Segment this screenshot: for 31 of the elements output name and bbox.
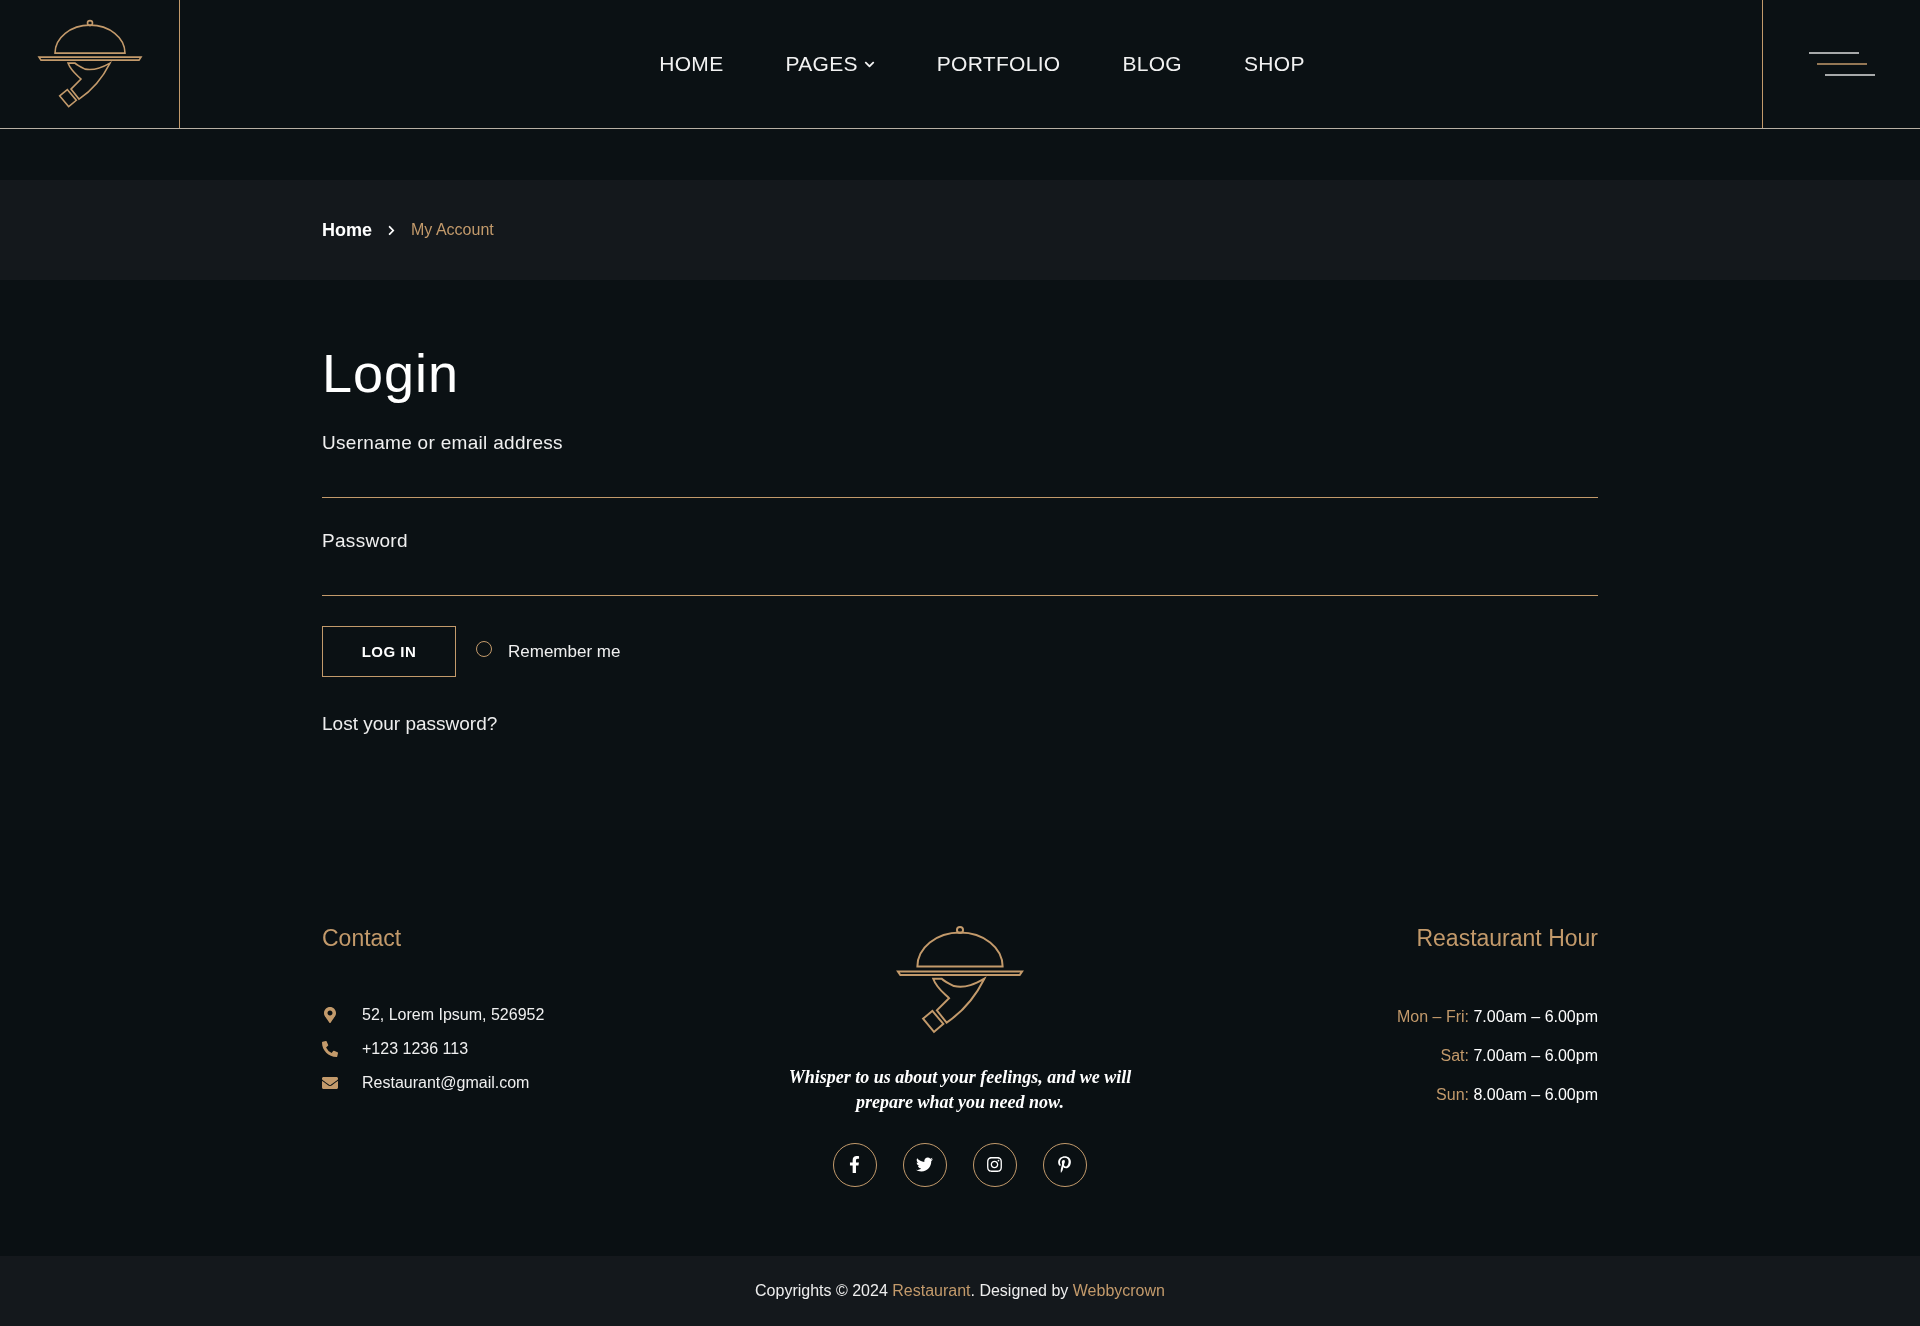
contact-text: 52, Lorem Ipsum, 526952 — [362, 1006, 545, 1024]
nav-link[interactable]: PORTFOLIO — [936, 52, 1061, 76]
map-pin-icon — [322, 1007, 338, 1023]
contact-text: +123 1236 113 — [362, 1040, 469, 1058]
breadcrumb-link[interactable]: My Account — [411, 221, 494, 239]
nav-link[interactable]: BLOG — [1122, 52, 1182, 76]
tagline: Whisper to us about your feelings, and we will prepare what you need now. — [787, 1065, 1133, 1114]
lost-password-link[interactable]: Lost your password? — [322, 713, 498, 735]
designer-link[interactable]: Webbycrown — [1072, 1282, 1165, 1299]
opening-hours: Sat: 7.00am – 6.00pm — [1440, 1046, 1598, 1066]
page-title: Login — [322, 342, 461, 404]
opening-hours: Sun: 8.00am – 6.00pm — [1436, 1085, 1598, 1105]
chevron-right-icon — [386, 224, 397, 236]
site-link[interactable]: Restaurant — [892, 1282, 971, 1299]
cloche-logo-icon — [893, 925, 1027, 1035]
breadcrumb-link[interactable]: Home — [322, 219, 372, 241]
checkbox-label: Remember me — [508, 641, 621, 662]
envelope-icon — [322, 1075, 338, 1091]
menu-icon[interactable] — [1808, 52, 1875, 76]
nav-link[interactable]: HOME — [659, 52, 724, 76]
footer-heading: Reastaurant Hour — [1416, 925, 1598, 952]
nav-link[interactable]: SHOP — [1244, 52, 1305, 76]
copyright-text: Copyrights © 2024 Restaurant. Designed by Webbycrown — [755, 1282, 1165, 1300]
contact-text: Restaurant@gmail.com — [362, 1074, 530, 1092]
opening-hours: Mon – Fri: 7.00am – 6.00pm — [1397, 1007, 1598, 1027]
footer-heading: Contact — [322, 925, 403, 952]
phone-icon — [322, 1041, 338, 1057]
field-label: Password — [322, 530, 409, 552]
login-button[interactable]: LOG IN — [322, 626, 456, 677]
nav-link[interactable]: PAGES — [785, 52, 875, 76]
field-label: Username or email address — [322, 432, 564, 454]
